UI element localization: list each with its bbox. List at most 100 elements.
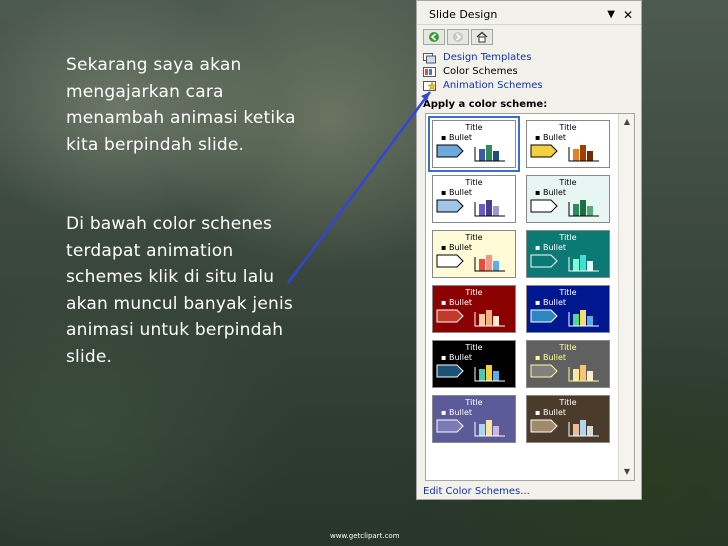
thumbnail-bar — [587, 261, 593, 271]
slide-design-task-pane: Slide Design ▼ ✕ Design Templates Color … — [416, 0, 642, 500]
watermark: www.getclipart.com — [330, 532, 400, 540]
task-pane-title: Slide Design — [429, 8, 498, 21]
thumbnail-preview-graphic — [530, 254, 599, 272]
thumbnail-arrow-shape — [530, 254, 558, 268]
color-scheme-thumbnail[interactable]: Title ▪ Bullet — [526, 230, 610, 278]
thumbnail-preview-graphic — [530, 419, 599, 437]
thumbnail-bar — [580, 420, 586, 436]
color-scheme-thumbnail[interactable]: Title ▪ Bullet — [526, 285, 610, 333]
thumbnail-bar — [493, 316, 499, 326]
thumbnail-bar — [493, 206, 499, 216]
thumbnail-preview-graphic — [436, 364, 505, 382]
design-options: Design Templates Color Schemes Animation… — [423, 51, 633, 93]
thumbnail-bar — [486, 200, 492, 216]
color-scheme-thumbnail[interactable]: Title ▪ Bullet — [526, 120, 610, 168]
thumbnail-title: Title — [465, 398, 483, 407]
thumbnail-title: Title — [559, 343, 577, 352]
thumbnail-title: Title — [559, 123, 577, 132]
thumbnail-bar — [573, 314, 579, 326]
thumbnail-bar — [587, 206, 593, 216]
thumbnail-bar — [493, 371, 499, 381]
thumbnail-arrow-shape — [530, 144, 558, 158]
thumbnail-arrow-shape — [530, 309, 558, 323]
thumbnail-title: Title — [465, 178, 483, 187]
thumbnail-bar — [479, 424, 485, 436]
thumbnail-arrow-shape — [436, 419, 464, 433]
thumbnail-title: Title — [465, 343, 483, 352]
thumbnail-bar — [587, 426, 593, 436]
color-schemes-icon — [423, 66, 436, 77]
animation-schemes-icon — [423, 80, 437, 91]
thumbnail-bar — [486, 420, 492, 436]
apply-color-scheme-heading: Apply a color scheme: — [423, 99, 548, 110]
thumbnail-bar — [587, 371, 593, 381]
thumbnail-bar — [573, 424, 579, 436]
color-scheme-thumbnail[interactable]: Title ▪ Bullet — [432, 175, 516, 223]
design-templates-label: Design Templates — [443, 52, 532, 63]
thumbnail-bar — [573, 204, 579, 216]
thumbnail-preview-graphic — [530, 364, 599, 382]
thumbnail-bar — [493, 151, 499, 161]
thumbnail-title: Title — [559, 398, 577, 407]
thumbnail-title: Title — [465, 123, 483, 132]
animation-schemes-link[interactable]: Animation Schemes — [423, 79, 633, 93]
color-scheme-thumbnail[interactable]: Title ▪ Bullet — [526, 175, 610, 223]
forward-icon — [453, 32, 463, 42]
home-button[interactable] — [471, 29, 493, 45]
thumbnail-preview-graphic — [530, 199, 599, 217]
thumbnail-preview-graphic — [436, 254, 505, 272]
thumbnail-bar — [479, 314, 485, 326]
back-button[interactable] — [423, 29, 445, 45]
thumbnail-bar — [580, 145, 586, 161]
thumbnail-preview-graphic — [530, 309, 599, 327]
color-scheme-gallery: Title ▪ Bullet Title ▪ Bullet Title ▪ Bullet T… — [425, 113, 635, 481]
thumbnail-title: Title — [465, 233, 483, 242]
thumbnail-preview-graphic — [436, 144, 505, 162]
thumbnail-preview-graphic — [436, 199, 505, 217]
color-scheme-thumbnail[interactable]: Title ▪ Bullet — [432, 340, 516, 388]
color-scheme-thumbnail[interactable]: Title ▪ Bullet — [432, 395, 516, 443]
thumbnail-bar — [580, 365, 586, 381]
thumbnail-bar — [573, 369, 579, 381]
color-scheme-thumbnail[interactable]: Title ▪ Bullet — [526, 395, 610, 443]
thumbnail-bar — [486, 255, 492, 271]
thumbnail-bar — [486, 365, 492, 381]
caption-paragraph-2: Di bawah color schenes terdapat animatio… — [66, 214, 293, 367]
thumbnail-preview-graphic — [530, 144, 599, 162]
thumbnail-bar — [479, 204, 485, 216]
thumbnail-arrow-shape — [436, 364, 464, 378]
color-scheme-thumbnail[interactable]: Title ▪ Bullet — [432, 285, 516, 333]
thumbnail-title: Title — [465, 288, 483, 297]
gallery-scrollbar[interactable]: ▲ ▼ — [618, 114, 634, 480]
back-icon — [429, 32, 439, 42]
thumbnail-preview-graphic — [436, 309, 505, 327]
thumbnail-arrow-shape — [436, 144, 464, 158]
forward-button[interactable] — [447, 29, 469, 45]
home-icon — [476, 31, 488, 43]
pane-dropdown-icon[interactable]: ▼ — [607, 5, 615, 25]
thumbnail-arrow-shape — [436, 309, 464, 323]
thumbnail-arrow-shape — [530, 364, 558, 378]
thumbnail-arrow-shape — [530, 199, 558, 213]
design-templates-link[interactable]: Design Templates — [423, 51, 633, 65]
thumbnail-bar — [587, 151, 593, 161]
color-scheme-thumbnail[interactable]: Title ▪ Bullet — [526, 340, 610, 388]
thumbnail-bar — [486, 310, 492, 326]
thumbnail-bar — [486, 145, 492, 161]
color-schemes-label: Color Schemes — [443, 66, 518, 77]
close-icon[interactable]: ✕ — [623, 5, 633, 25]
thumbnail-bar — [479, 259, 485, 271]
color-scheme-thumbnail[interactable]: Title ▪ Bullet — [432, 230, 516, 278]
thumbnail-arrow-shape — [530, 419, 558, 433]
scroll-up-icon[interactable]: ▲ — [619, 114, 635, 130]
color-scheme-thumbnail[interactable]: Title ▪ Bullet — [428, 116, 520, 172]
color-schemes-link[interactable]: Color Schemes — [423, 65, 633, 79]
caption-paragraph-1: Sekarang saya akan mengajarkan cara mena… — [66, 55, 296, 155]
thumbnail-bar — [573, 259, 579, 271]
thumbnail-arrow-shape — [436, 199, 464, 213]
thumbnail-bar — [587, 316, 593, 326]
edit-color-schemes-link[interactable]: Edit Color Schemes... — [423, 486, 530, 497]
task-pane-header: Slide Design ▼ ✕ — [417, 5, 641, 25]
thumbnail-title: Title — [559, 288, 577, 297]
scroll-down-icon[interactable]: ▼ — [619, 464, 635, 480]
